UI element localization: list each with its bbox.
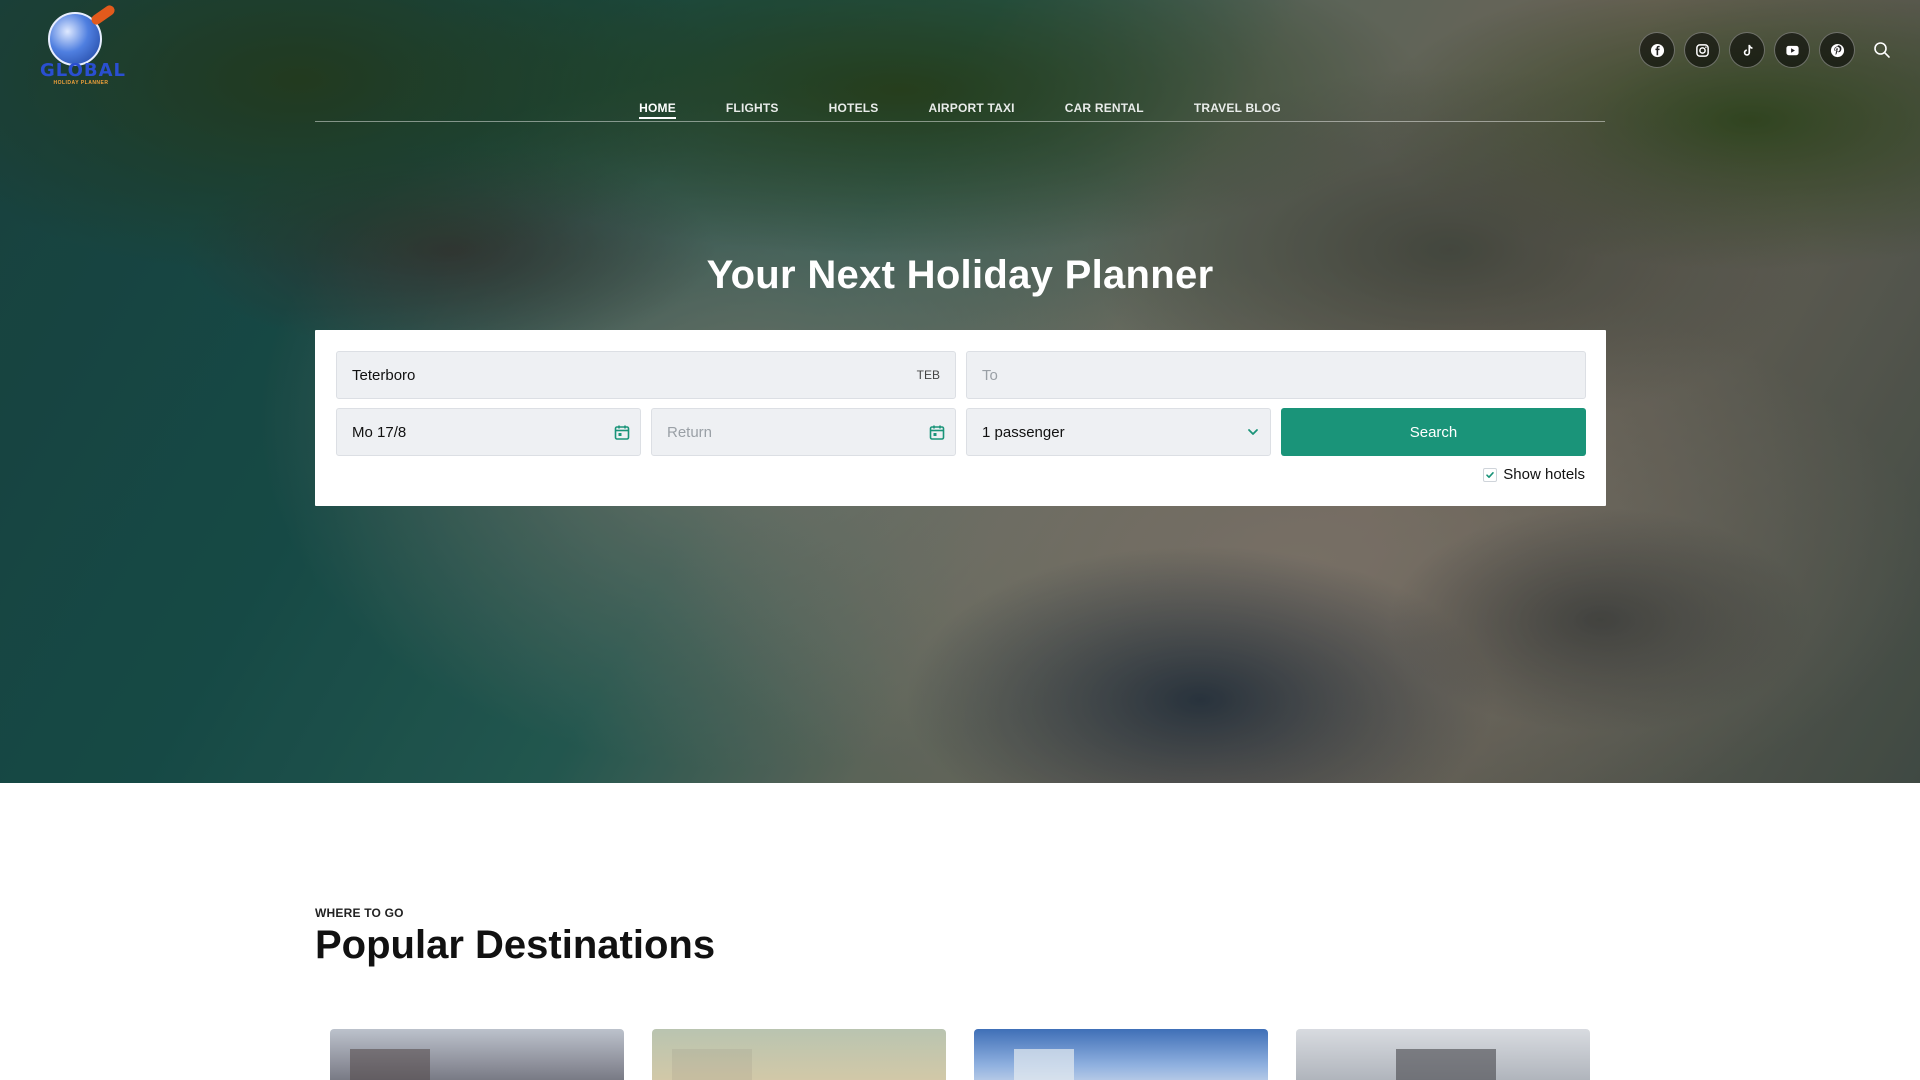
calendar-icon — [929, 424, 945, 445]
destination-card[interactable] — [652, 1029, 946, 1080]
destination-card[interactable] — [330, 1029, 624, 1080]
return-date-placeholder: Return — [667, 423, 713, 441]
nav-item-label: HOME — [639, 101, 676, 119]
destination-image — [350, 1049, 430, 1080]
depart-date-field[interactable]: Mo 17/8 — [336, 408, 641, 456]
nav-item-car-rental[interactable]: CAR RENTAL — [1040, 100, 1169, 116]
to-airport-field[interactable]: To — [966, 351, 1586, 399]
from-airport-field[interactable]: Teterboro TEB — [336, 351, 956, 399]
nav-item-hotels[interactable]: HOTELS — [804, 100, 904, 116]
tiktok-icon[interactable] — [1729, 32, 1765, 68]
destination-image — [1396, 1049, 1496, 1080]
show-hotels-toggle[interactable]: Show hotels — [1483, 466, 1585, 483]
nav-item-label: FLIGHTS — [725, 101, 779, 115]
pinterest-icon[interactable] — [1819, 32, 1855, 68]
logo-wordmark: GLOBAL — [40, 60, 127, 81]
nav-item-label: AIRPORT TAXI — [928, 101, 1015, 115]
facebook-icon[interactable] — [1639, 32, 1675, 68]
site-logo[interactable]: GLOBAL HOLIDAY PLANNER — [40, 3, 125, 86]
instagram-icon[interactable] — [1684, 32, 1720, 68]
from-airport-value: Teterboro — [352, 366, 416, 384]
destination-card[interactable] — [974, 1029, 1268, 1080]
nav-item-label: HOTELS — [828, 101, 879, 115]
depart-date-value: Mo 17/8 — [352, 423, 407, 441]
hero-banner: GLOBAL HOLIDAY PLANNER HOME FLIGHTS HOTE… — [0, 0, 1920, 783]
search-button[interactable]: Search — [1281, 408, 1586, 456]
nav-item-label: TRAVEL BLOG — [1193, 101, 1281, 115]
hero-title: Your Next Holiday Planner — [706, 253, 1214, 297]
section-kicker: WHERE TO GO — [315, 906, 404, 920]
destination-cards — [330, 1029, 1590, 1080]
flight-search-form: Teterboro TEB To Mo 17/8 Return 1 passen… — [315, 330, 1606, 506]
youtube-icon[interactable] — [1774, 32, 1810, 68]
show-hotels-checkbox[interactable] — [1483, 467, 1498, 482]
destination-image — [672, 1049, 752, 1080]
nav-item-airport-taxi[interactable]: AIRPORT TAXI — [904, 100, 1040, 116]
nav-item-label: CAR RENTAL — [1064, 101, 1144, 115]
from-airport-code: TEB — [916, 368, 940, 382]
nav-item-home[interactable]: HOME — [614, 100, 701, 119]
to-airport-placeholder: To — [982, 366, 998, 384]
site-search-icon[interactable] — [1864, 32, 1900, 68]
nav-item-flights[interactable]: FLIGHTS — [701, 100, 804, 116]
section-title: Popular Destinations — [315, 923, 716, 967]
logo-tagline: HOLIDAY PLANNER — [53, 80, 109, 86]
chevron-down-icon — [1246, 425, 1260, 443]
destination-card[interactable] — [1296, 1029, 1590, 1080]
plane-logo-icon — [89, 3, 117, 27]
main-navigation: HOME FLIGHTS HOTELS AIRPORT TAXI CAR REN… — [315, 100, 1605, 122]
return-date-field[interactable]: Return — [651, 408, 956, 456]
show-hotels-label: Show hotels — [1503, 466, 1585, 483]
nav-item-travel-blog[interactable]: TRAVEL BLOG — [1169, 100, 1306, 116]
social-links — [1639, 32, 1900, 68]
calendar-icon — [614, 424, 630, 445]
passengers-select[interactable]: 1 passenger — [966, 408, 1271, 456]
passengers-value: 1 passenger — [982, 423, 1065, 441]
destination-image — [1014, 1049, 1074, 1080]
